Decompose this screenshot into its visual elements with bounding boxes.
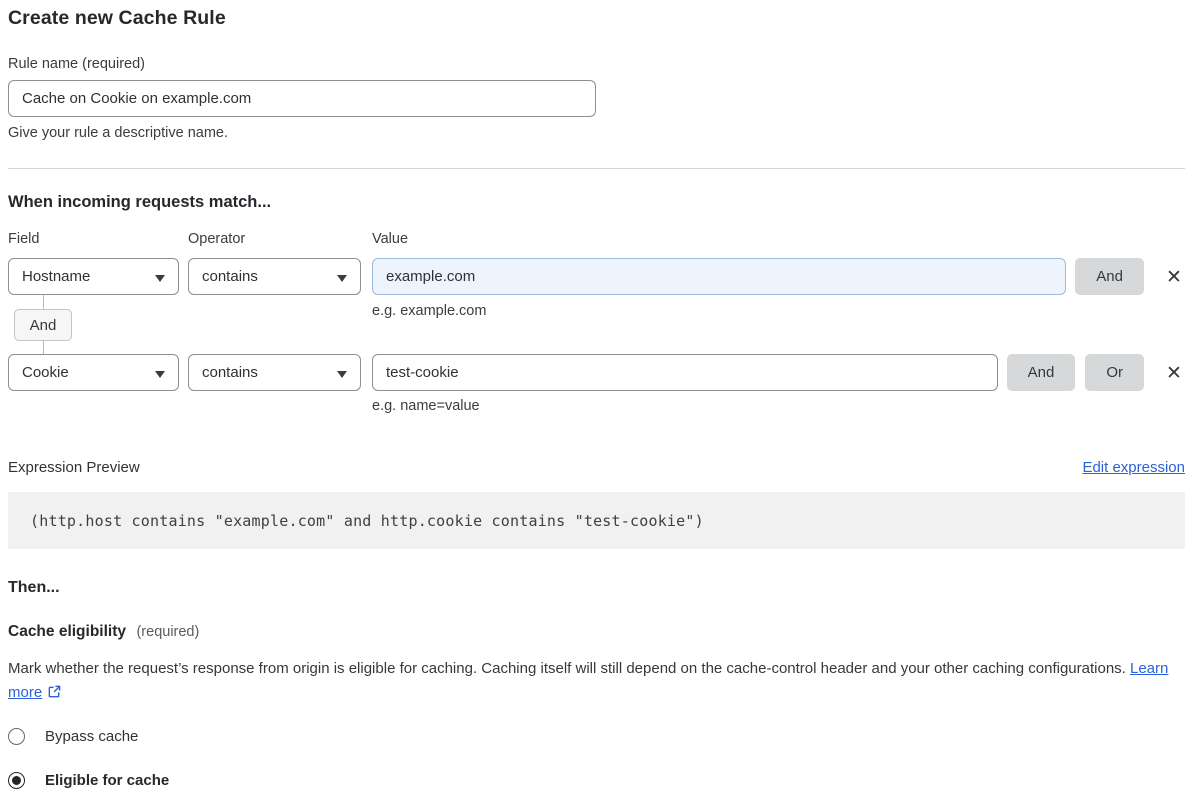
rule-name-help: Give your rule a descriptive name. xyxy=(8,124,1185,142)
condition-row: Cookie contains And Or ✕ xyxy=(8,354,1185,391)
section-divider xyxy=(8,168,1185,169)
radio-option-eligible-for-cache[interactable]: Eligible for cache xyxy=(8,768,1185,792)
remove-condition-icon[interactable]: ✕ xyxy=(1163,362,1185,384)
field-select-value: Hostname xyxy=(22,268,90,285)
add-and-condition-button[interactable]: And xyxy=(1075,258,1144,295)
value-input[interactable] xyxy=(372,354,998,391)
radio-unselected-icon[interactable] xyxy=(8,728,25,745)
radio-option-label: Eligible for cache xyxy=(45,772,169,789)
radio-option-bypass-cache[interactable]: Bypass cache xyxy=(8,724,1185,748)
operator-select[interactable]: contains xyxy=(188,258,361,295)
field-select-value: Cookie xyxy=(22,364,69,381)
match-heading: When incoming requests match... xyxy=(8,192,1185,212)
expression-code-text: (http.host contains "example.com" and ht… xyxy=(30,512,704,530)
condition-column-labels: Field Operator Value xyxy=(8,230,1185,248)
expression-preview-header: Expression Preview Edit expression xyxy=(8,458,1185,478)
connector-and-button[interactable]: And xyxy=(14,309,73,341)
cache-eligibility-name: Cache eligibility xyxy=(8,623,126,640)
condition-row: Hostname contains And ✕ xyxy=(8,258,1185,295)
create-cache-rule-page: Create new Cache Rule Rule name (require… xyxy=(0,0,1200,792)
chevron-down-icon xyxy=(155,275,165,282)
description-text: Mark whether the request’s response from… xyxy=(8,660,1126,677)
condition-connector-area: And e.g. example.com xyxy=(8,295,1185,354)
value-hint: e.g. example.com xyxy=(372,303,486,319)
chevron-down-icon xyxy=(155,371,165,378)
expression-preview-code: (http.host contains "example.com" and ht… xyxy=(8,492,1185,549)
connector-line xyxy=(43,295,44,309)
expression-preview-label: Expression Preview xyxy=(8,458,140,478)
connector-line xyxy=(43,341,44,354)
chevron-down-icon xyxy=(337,371,347,378)
value-hint: e.g. name=value xyxy=(372,398,1185,414)
required-badge: (required) xyxy=(136,624,199,640)
field-column-label: Field xyxy=(8,230,188,248)
condition-connector: And xyxy=(10,295,76,354)
add-and-condition-button[interactable]: And xyxy=(1007,354,1076,391)
value-column-label: Value xyxy=(372,230,1185,248)
operator-select-value: contains xyxy=(202,364,258,381)
radio-option-label: Bypass cache xyxy=(45,728,138,745)
field-select[interactable]: Cookie xyxy=(8,354,179,391)
remove-condition-icon[interactable]: ✕ xyxy=(1163,266,1185,288)
field-select[interactable]: Hostname xyxy=(8,258,179,295)
radio-selected-icon[interactable] xyxy=(8,772,25,789)
operator-select[interactable]: contains xyxy=(188,354,361,391)
external-link-icon xyxy=(47,683,62,707)
add-or-condition-button[interactable]: Or xyxy=(1085,354,1144,391)
value-input[interactable] xyxy=(372,258,1066,295)
rule-name-label: Rule name (required) xyxy=(8,55,1185,73)
then-heading: Then... xyxy=(8,578,1185,598)
chevron-down-icon xyxy=(337,275,347,282)
page-title: Create new Cache Rule xyxy=(8,7,1185,30)
operator-column-label: Operator xyxy=(188,230,372,248)
operator-select-value: contains xyxy=(202,268,258,285)
edit-expression-link[interactable]: Edit expression xyxy=(1082,459,1185,476)
cache-eligibility-title: Cache eligibility (required) xyxy=(8,622,1185,642)
cache-eligibility-description: Mark whether the request’s response from… xyxy=(8,657,1173,707)
rule-name-input[interactable] xyxy=(8,80,596,117)
